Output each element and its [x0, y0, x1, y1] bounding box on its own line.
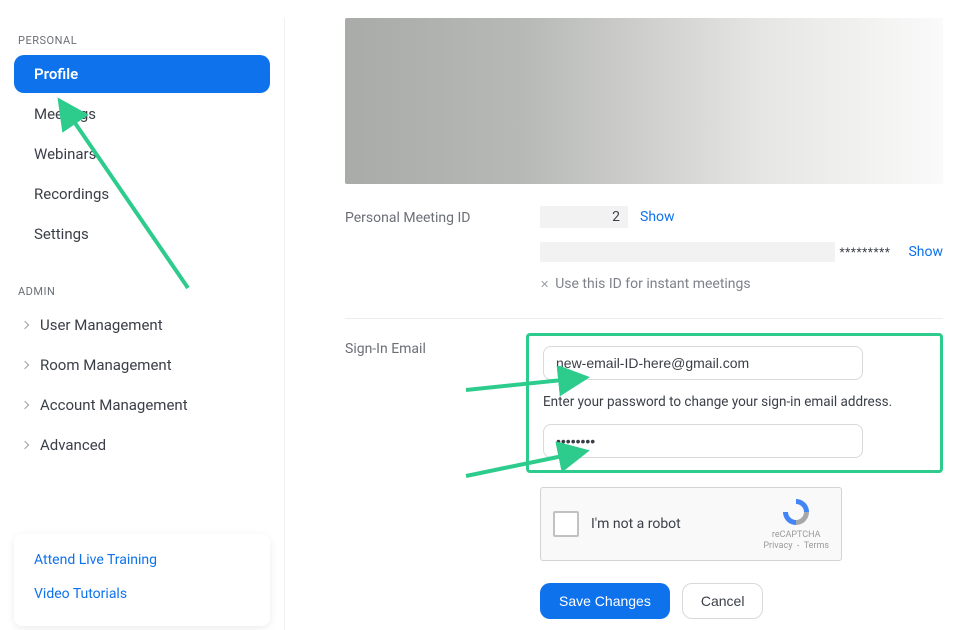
chevron-right-icon [21, 401, 29, 409]
sidebar-item-webinars[interactable]: Webinars [14, 135, 270, 173]
divider [345, 318, 943, 319]
sidebar-item-label: Recordings [34, 185, 109, 203]
field-label-pmi: Personal Meeting ID [345, 206, 510, 226]
sidebar-item-account-management[interactable]: Account Management [14, 386, 270, 424]
sidebar-item-label: Settings [34, 225, 89, 243]
show-url-link[interactable]: Show [908, 244, 943, 260]
field-label-signin-email: Sign-In Email [345, 337, 510, 357]
recaptcha-brand-text: reCAPTCHA [763, 530, 829, 541]
sidebar-item-label: Advanced [40, 436, 106, 454]
close-icon: ✕ [540, 278, 549, 291]
password-helper-text: Enter your password to change your sign-… [543, 394, 926, 410]
sidebar-item-label: User Management [40, 316, 163, 334]
annotation-highlight-box: Enter your password to change your sign-… [526, 333, 943, 473]
sidebar-item-advanced[interactable]: Advanced [14, 426, 270, 464]
recaptcha-widget: I'm not a robot reCAPTCHA Privacy - Ter [540, 487, 842, 561]
sidebar-item-user-management[interactable]: User Management [14, 306, 270, 344]
section-header-admin: ADMIN [18, 285, 270, 298]
password-input[interactable] [543, 424, 863, 458]
recaptcha-branding: reCAPTCHA Privacy - Terms [763, 496, 829, 552]
recaptcha-label: I'm not a robot [591, 516, 751, 532]
sidebar-item-label: Account Management [40, 396, 188, 414]
chevron-right-icon [21, 361, 29, 369]
sidebar-item-recordings[interactable]: Recordings [14, 175, 270, 213]
cancel-button[interactable]: Cancel [682, 583, 764, 619]
sidebar-item-settings[interactable]: Settings [14, 215, 270, 253]
chevron-right-icon [21, 441, 29, 449]
link-video-tutorials[interactable]: Video Tutorials [34, 586, 250, 602]
pmi-visible-digit: 2 [612, 209, 620, 225]
instant-meeting-text: Use this ID for instant meetings [555, 276, 750, 292]
profile-banner-placeholder [345, 18, 943, 184]
sidebar-item-room-management[interactable]: Room Management [14, 346, 270, 384]
recaptcha-logo-icon [780, 496, 812, 528]
sidebar-item-meetings[interactable]: Meetings [14, 95, 270, 133]
link-attend-training[interactable]: Attend Live Training [34, 552, 250, 568]
sidebar-item-label: Meetings [34, 105, 96, 123]
main-content: Personal Meeting ID 2 Show ********* Sho… [285, 18, 965, 630]
sidebar: PERSONAL Profile Meetings Webinars Recor… [0, 18, 285, 630]
sidebar-item-label: Profile [34, 65, 78, 83]
signin-email-input[interactable] [543, 346, 863, 380]
sidebar-item-profile[interactable]: Profile [14, 55, 270, 93]
save-changes-button[interactable]: Save Changes [540, 583, 670, 619]
section-header-personal: PERSONAL [18, 34, 270, 47]
chevron-right-icon [21, 321, 29, 329]
sidebar-item-label: Room Management [40, 356, 172, 374]
pmi-url-stars: ********* [839, 245, 890, 259]
pmi-url-masked [540, 242, 835, 262]
show-pmi-link[interactable]: Show [640, 209, 675, 225]
pmi-masked-value: 2 [540, 206, 628, 228]
sidebar-item-label: Webinars [34, 145, 96, 163]
recaptcha-privacy-link[interactable]: Privacy [763, 541, 792, 551]
recaptcha-checkbox[interactable] [553, 511, 579, 537]
help-card: Attend Live Training Video Tutorials [14, 534, 270, 626]
recaptcha-terms-link[interactable]: Terms [804, 541, 829, 551]
